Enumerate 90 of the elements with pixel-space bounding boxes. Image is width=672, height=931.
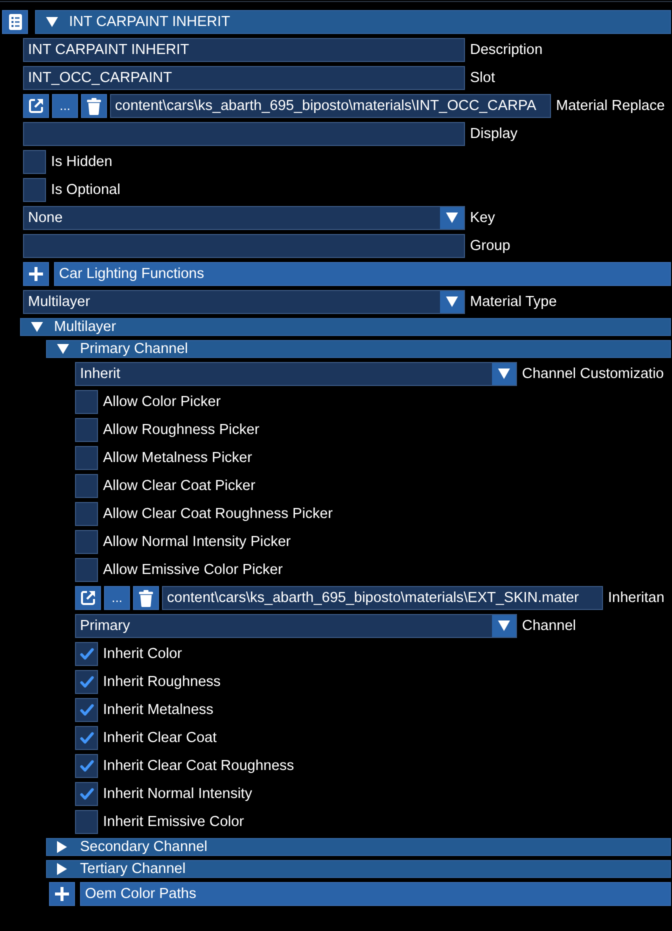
checkbox[interactable] (75, 558, 98, 582)
trash-icon (139, 590, 153, 606)
checkbox[interactable] (75, 418, 98, 442)
checkbox[interactable] (75, 782, 98, 806)
triangle-down-icon (57, 344, 69, 354)
check-icon (80, 648, 94, 660)
list-header[interactable]: Car Lighting Functions (54, 262, 671, 286)
list-icon (8, 14, 22, 30)
checkbox-label: Allow Color Picker (103, 394, 221, 410)
path-field[interactable]: content\cars\ks_abarth_695_biposto\materials\EXT_SKIN.mater (162, 586, 603, 610)
checkbox[interactable] (75, 642, 98, 666)
delete-button[interactable] (133, 586, 159, 610)
add-button[interactable] (23, 262, 49, 286)
field-label: Slot (470, 70, 495, 86)
checkbox-label: Is Hidden (51, 154, 112, 170)
checkbox-label: Inherit Clear Coat Roughness (103, 758, 294, 774)
field-label: Material Replace (556, 98, 665, 114)
dropdown[interactable]: Inherit (75, 362, 517, 386)
caret-down-icon (492, 615, 516, 637)
checkbox-label: Allow Emissive Color Picker (103, 562, 283, 578)
check-icon (80, 760, 94, 772)
checkbox[interactable] (75, 810, 98, 834)
checkbox-label: Allow Metalness Picker (103, 450, 252, 466)
checkbox[interactable] (23, 150, 46, 174)
checkbox[interactable] (75, 754, 98, 778)
checkbox-label: Is Optional (51, 182, 120, 198)
external-link-icon (28, 98, 44, 114)
checkbox[interactable] (75, 390, 98, 414)
text-field[interactable] (23, 122, 465, 146)
triangle-down-icon (46, 17, 58, 27)
checkbox[interactable] (23, 178, 46, 202)
field-label: Channel Customizatio (522, 366, 664, 382)
checkbox-label: Allow Clear Coat Roughness Picker (103, 506, 333, 522)
checkbox-label: Inherit Metalness (103, 702, 214, 718)
checkbox-label: Allow Normal Intensity Picker (103, 534, 291, 550)
checkbox[interactable] (75, 446, 98, 470)
plus-icon (55, 887, 69, 901)
triangle-right-icon (57, 863, 67, 875)
browse-button[interactable]: ... (104, 586, 130, 610)
checkbox[interactable] (75, 726, 98, 750)
dropdown[interactable]: Primary (75, 614, 517, 638)
text-field[interactable] (23, 234, 465, 258)
field-label: Channel (522, 618, 576, 634)
section-header[interactable]: INT CARPAINT INHERIT (35, 10, 671, 34)
external-link-icon (80, 590, 96, 606)
checkbox-label: Allow Clear Coat Picker (103, 478, 256, 494)
checkbox[interactable] (75, 670, 98, 694)
trash-icon (87, 98, 101, 114)
checkbox-label: Inherit Clear Coat (103, 730, 217, 746)
check-icon (80, 732, 94, 744)
section-header[interactable]: Multilayer (20, 318, 671, 336)
external-link-button[interactable] (75, 586, 101, 610)
path-field[interactable]: content\cars\ks_abarth_695_biposto\materials\INT_OCC_CARPA (110, 94, 551, 118)
section-header[interactable]: Secondary Channel (46, 838, 671, 856)
external-link-button[interactable] (23, 94, 49, 118)
section-header[interactable]: Tertiary Channel (46, 860, 671, 878)
field-label: Description (470, 42, 543, 58)
checkbox-label: Allow Roughness Picker (103, 422, 260, 438)
checkbox[interactable] (75, 502, 98, 526)
field-label: Material Type (470, 294, 557, 310)
section-header[interactable]: Primary Channel (46, 340, 671, 358)
text-field[interactable]: INT CARPAINT INHERIT (23, 38, 465, 62)
triangle-right-icon (57, 841, 67, 853)
caret-down-icon (492, 363, 516, 385)
list-header[interactable]: Oem Color Paths (80, 882, 671, 906)
browse-button[interactable]: ... (52, 94, 78, 118)
list-button[interactable] (2, 10, 28, 34)
field-label: Display (470, 126, 518, 142)
check-icon (80, 704, 94, 716)
triangle-down-icon (31, 322, 43, 332)
checkbox[interactable] (75, 474, 98, 498)
field-label: Inheritan (608, 590, 664, 606)
checkbox[interactable] (75, 698, 98, 722)
checkbox[interactable] (75, 530, 98, 554)
checkbox-label: Inherit Normal Intensity (103, 786, 252, 802)
dropdown[interactable]: Multilayer (23, 290, 465, 314)
field-label: Key (470, 210, 495, 226)
plus-icon (29, 267, 43, 281)
text-field[interactable]: INT_OCC_CARPAINT (23, 66, 465, 90)
delete-button[interactable] (81, 94, 107, 118)
check-icon (80, 788, 94, 800)
dropdown[interactable]: None (23, 206, 465, 230)
caret-down-icon (440, 291, 464, 313)
checkbox-label: Inherit Roughness (103, 674, 221, 690)
caret-down-icon (440, 207, 464, 229)
add-button[interactable] (49, 882, 75, 906)
checkbox-label: Inherit Emissive Color (103, 814, 244, 830)
checkbox-label: Inherit Color (103, 646, 182, 662)
check-icon (80, 676, 94, 688)
field-label: Group (470, 238, 510, 254)
